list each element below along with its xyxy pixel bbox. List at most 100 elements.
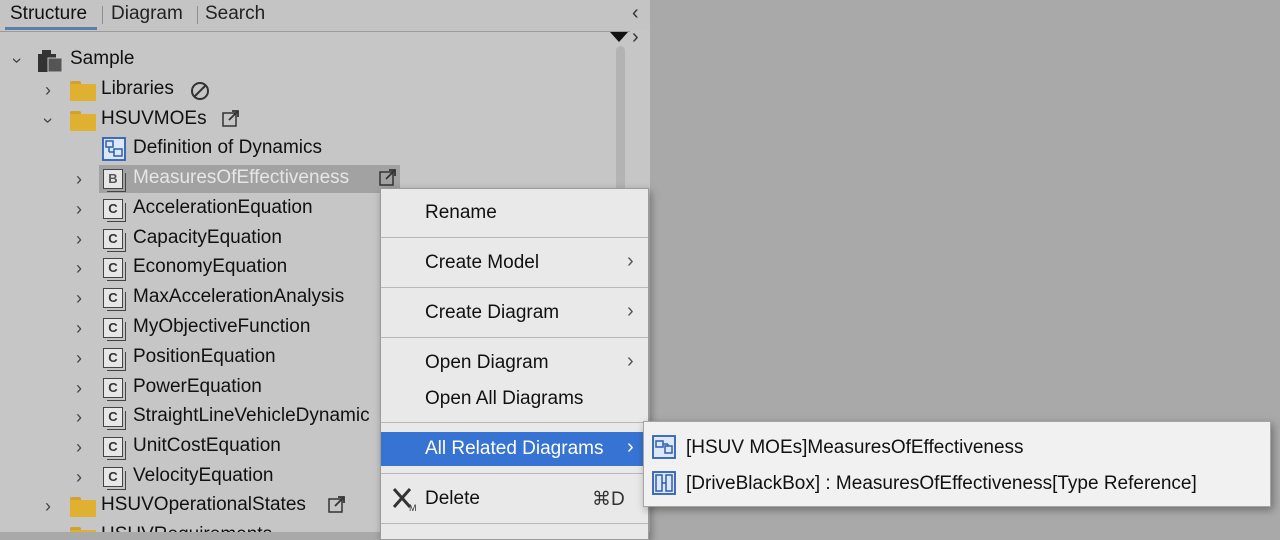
active-tab-indicator [5,27,97,30]
read-only-icon [191,82,209,100]
menu-item-label: Rename [425,202,497,223]
tree-node-definition-of-dynamics[interactable]: Definition of Dynamics [0,135,610,163]
tree-node-label: Libraries [101,78,174,99]
tree-node-label: EconomyEquation [133,256,288,277]
menu-item-create-diagram[interactable]: Create Diagram › [381,296,648,330]
tree-node-label: Sample [70,48,135,69]
chevron-right-icon[interactable]: › [71,467,87,488]
tree-node-label: StraightLineVehicleDynamic [133,405,370,426]
menu-separator [381,337,648,338]
tree-node-label: MeasuresOfEffectiveness [133,167,350,188]
chevron-right-icon[interactable]: › [71,258,87,279]
delete-icon: M [392,488,417,512]
tree-node-label: HSUVOperationalStates [101,494,306,515]
menu-item-create-model[interactable]: Create Model › [381,246,648,280]
svg-text:M: M [409,503,417,512]
context-menu: Rename Create Model › Create Diagram › O… [380,188,649,540]
constraint-block-icon: C [103,348,126,371]
tree-node-label: Definition of Dynamics [133,137,323,158]
menu-item-label: Create Diagram [425,302,560,323]
constraint-block-icon: C [103,288,126,311]
tree-node-label: PositionEquation [133,346,276,367]
tree-node-label: MyObjectiveFunction [133,316,311,337]
tree-node-label: PowerEquation [133,376,262,397]
folder-icon [70,527,96,532]
chevron-right-icon[interactable]: › [71,229,87,250]
tree-node-label: HSUVMOEs [101,108,207,129]
submenu-arrow-icon: › [627,300,634,322]
menu-item-label: All Related Diagrams [425,438,604,459]
constraint-block-icon: C [103,467,126,490]
tree-node-label: MaxAccelerationAnalysis [133,286,345,307]
tab-structure[interactable]: Structure [10,3,87,25]
constraint-block-icon: C [103,407,126,430]
shared-package-icon [328,496,345,513]
chevron-right-icon[interactable]: › [71,288,87,309]
tree-node-equation[interactable]: › C StraightLineVehicleDynamic [0,403,380,431]
menu-item-label: Open All Diagrams [425,388,584,409]
chevron-right-icon[interactable]: › [40,80,56,101]
menu-item-delete[interactable]: M Delete ⌘D [381,482,648,516]
menu-item-open-diagram[interactable]: Open Diagram › [381,346,648,380]
menu-item-open-all-diagrams[interactable]: Open All Diagrams [381,382,648,416]
menu-separator [381,422,648,423]
chevron-right-icon[interactable]: › [71,169,87,190]
menu-separator [381,287,648,288]
chevron-right-icon[interactable]: › [71,437,87,458]
constraint-block-icon: C [103,229,126,252]
tree-node-label: HSUVRequirements [101,524,272,532]
chevron-right-icon[interactable]: › [40,526,56,532]
folder-icon [70,497,96,517]
tab-dropdown-icon[interactable] [610,32,628,42]
menu-item-rename[interactable]: Rename [381,196,648,230]
chevron-right-icon[interactable]: › [71,199,87,220]
tabs-divider [0,31,630,32]
expand-right-icon[interactable]: › [632,26,639,49]
project-icon [38,50,63,73]
constraint-block-icon: C [103,258,126,281]
chevron-down-icon[interactable]: › [38,113,59,129]
submenu-arrow-icon: › [627,436,634,458]
shared-package-icon [222,110,239,127]
tab-search[interactable]: Search [205,3,265,25]
constraint-block-icon: C [103,318,126,341]
tree-node-hsuvmoes[interactable]: › HSUVMOEs [0,106,610,134]
tree-node-sample[interactable]: › Sample [0,46,610,74]
submenu-item-drive-black-box[interactable]: [DriveBlackBox] : MeasuresOfEffectivenes… [644,467,1270,501]
menu-item-label: Create Model [425,252,540,273]
block-icon: B [103,169,126,192]
internal-block-diagram-icon [652,471,676,495]
tree-node-label: AccelerationEquation [133,197,313,218]
tree-node-hsuv-requirements[interactable]: › HSUVRequirements [0,522,380,532]
tree-node-label: CapacityEquation [133,227,282,248]
submenu-arrow-icon: › [627,350,634,372]
folder-icon [70,111,96,131]
chevron-down-icon[interactable]: › [7,53,28,69]
chevron-right-icon[interactable]: › [71,378,87,399]
submenu-item-label: [HSUV MOEs]MeasuresOfEffectiveness [686,437,1024,458]
tree-node-libraries[interactable]: › Libraries [0,76,610,104]
menu-separator [381,523,648,524]
tree-node-label: VelocityEquation [133,465,274,486]
submenu-item-hsuv-moes[interactable]: [HSUV MOEs]MeasuresOfEffectiveness [644,431,1270,465]
collapse-left-icon[interactable]: ‹ [632,2,639,25]
constraint-block-icon: C [103,378,126,401]
menu-item-all-related-diagrams[interactable]: All Related Diagrams › [381,432,648,466]
delete-shortcut: ⌘D [592,489,625,510]
chevron-right-icon[interactable]: › [71,407,87,428]
tree-node-label: UnitCostEquation [133,435,281,456]
menu-item-label: Delete [425,488,480,509]
chevron-right-icon[interactable]: › [40,496,56,517]
chevron-right-icon[interactable]: › [71,348,87,369]
folder-icon [70,81,96,101]
tab-separator [102,6,103,24]
shared-element-icon [379,169,396,186]
chevron-right-icon[interactable]: › [71,318,87,339]
related-diagrams-submenu: [HSUV MOEs]MeasuresOfEffectiveness [Driv… [643,421,1271,507]
submenu-item-label: [DriveBlackBox] : MeasuresOfEffectivenes… [686,473,1197,494]
tab-diagram[interactable]: Diagram [111,3,183,25]
constraint-block-icon: C [103,437,126,460]
block-definition-diagram-icon [102,137,126,161]
panel-tabs: Structure Diagram Search [0,0,650,30]
menu-separator [381,237,648,238]
